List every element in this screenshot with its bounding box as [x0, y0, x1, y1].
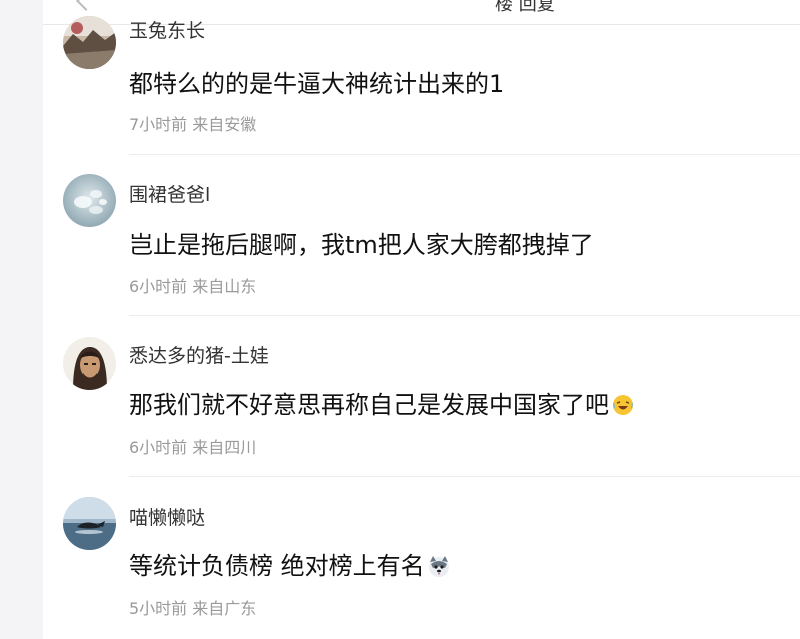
comment-meta: 6小时前 来自山东	[129, 273, 256, 297]
avatar[interactable]	[63, 337, 116, 390]
avatar[interactable]	[63, 174, 116, 227]
comment-item: 喵懒懒哒 等统计负债榜 绝对榜上有名 5小时前 来自广东	[43, 477, 800, 639]
husky-dog-emoji-icon	[428, 556, 449, 577]
comment-username[interactable]: 围裙爸爸l	[129, 180, 210, 207]
comment-content: 那我们就不好意思再称自己是发展中国家了吧	[129, 385, 635, 420]
comment-username[interactable]: 喵懒懒哒	[129, 503, 205, 530]
comment-location: 来自安徽	[192, 115, 257, 134]
comment-time: 7小时前	[129, 115, 188, 134]
avatar[interactable]	[63, 16, 116, 69]
comment-content: 都特么的的是牛逼大神统计出来的1	[129, 70, 505, 98]
comment-time: 6小时前	[129, 277, 188, 296]
comment-time: 6小时前	[129, 438, 188, 457]
comment-item: 玉兔东长 都特么的的是牛逼大神统计出来的1 7小时前 来自安徽	[43, 0, 800, 155]
comment-text: 那我们就不好意思再称自己是发展中国家了吧	[129, 391, 609, 419]
avatar[interactable]	[63, 497, 116, 550]
comment-username[interactable]: 玉兔东长	[129, 16, 205, 43]
comment-meta: 7小时前 来自安徽	[129, 111, 256, 135]
comment-location: 来自广东	[192, 599, 257, 618]
comment-location: 来自四川	[192, 438, 257, 457]
comment-meta: 6小时前 来自四川	[129, 434, 256, 458]
comment-item: 悉达多的猪-土娃 那我们就不好意思再称自己是发展中国家了吧 6小时前 来自四川	[43, 316, 800, 477]
comment-meta: 5小时前 来自广东	[129, 595, 256, 619]
comment-username[interactable]: 悉达多的猪-土娃	[129, 341, 269, 368]
comment-text: 等统计负债榜 绝对榜上有名	[129, 552, 425, 580]
comment-item: 围裙爸爸l 岂止是拖后腿啊，我tm把人家大胯都拽掉了 6小时前 来自山东	[43, 155, 800, 316]
comment-location: 来自山东	[192, 277, 257, 296]
laughing-crying-emoji-icon	[613, 395, 633, 415]
comment-content: 岂止是拖后腿啊，我tm把人家大胯都拽掉了	[129, 231, 594, 259]
comment-content: 等统计负债榜 绝对榜上有名	[129, 546, 451, 581]
comment-time: 5小时前	[129, 599, 188, 618]
left-gutter	[0, 0, 43, 639]
